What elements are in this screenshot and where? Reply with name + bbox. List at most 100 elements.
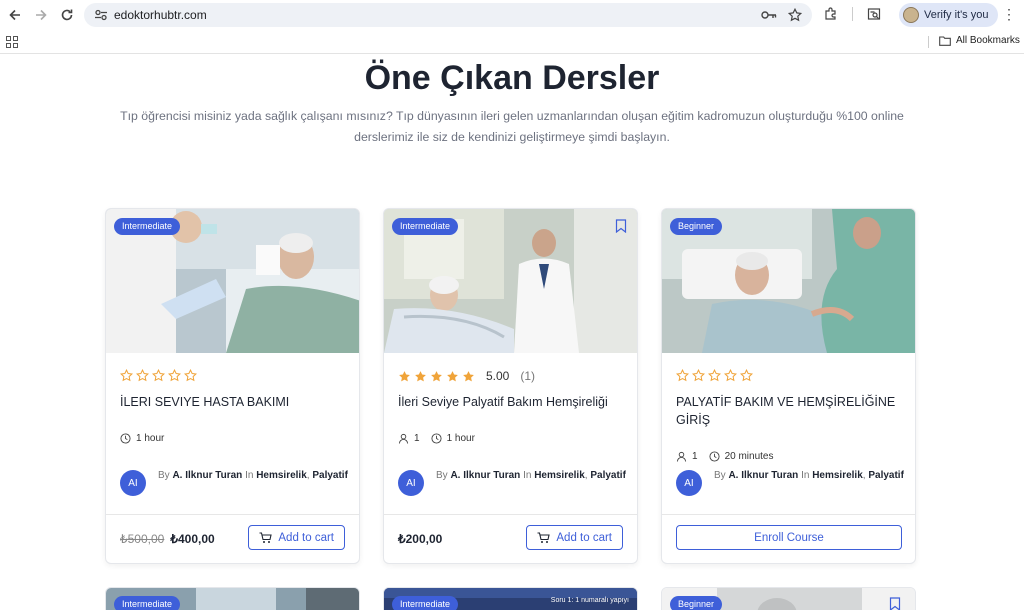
course-meta: 1 20 minutes [676,451,773,462]
old-price: ₺500,00 [120,532,165,546]
wishlist-bookmark-icon[interactable] [615,219,627,233]
apps-grid-icon[interactable] [6,36,18,48]
category-link[interactable]: Palyatif [868,470,904,481]
star-filled-icon [399,370,410,381]
star-empty-icon [168,369,181,382]
current-price: ₺400,00 [170,532,215,546]
forward-icon[interactable] [28,2,54,28]
category-link[interactable]: Hemsirelik [812,470,863,481]
add-to-cart-button[interactable]: Add to cart [526,525,623,550]
star-empty-icon [676,369,689,382]
clock-icon [120,433,131,444]
cart-icon [259,531,273,543]
clock-icon [431,433,442,444]
rating-stars: 5.00 (1) [398,369,535,383]
course-title[interactable]: İLERI SEVIYE HASTA BAKIMI [120,393,348,411]
star-empty-icon [120,369,133,382]
user-icon [398,433,409,444]
course-thumbnail[interactable]: Beginner [662,209,915,353]
folder-icon [939,35,951,46]
level-badge: Beginner [670,596,723,610]
extensions-icon[interactable] [822,5,840,23]
course-title[interactable]: İleri Seviye Palyatif Bakım Hemşireliği [398,393,626,411]
toolbar-divider [852,7,853,21]
site-settings-icon[interactable] [90,9,112,21]
star-filled-icon [431,370,442,381]
course-card-partial[interactable]: Intermediate Soru 1: 1 numaralı yapıyı [383,587,638,610]
course-card-partial[interactable]: Beginner [661,587,916,610]
in-label: In [245,470,254,481]
category-link[interactable]: Hemsirelik [256,470,307,481]
user-icon [676,451,687,462]
add-to-cart-label: Add to cart [556,531,612,544]
enroll-course-button[interactable]: Enroll Course [676,525,902,550]
by-label: By [158,470,170,481]
students-count: 1 [414,433,420,444]
star-empty-icon [184,369,197,382]
wishlist-bookmark-icon[interactable] [889,597,901,610]
author-link[interactable]: A. Ilknur Turan [172,470,242,481]
level-badge: Intermediate [114,596,181,610]
course-title[interactable]: PALYATİF BAKIM VE HEMŞİRELİĞİNE GİRİŞ [676,393,904,429]
bookmarks-divider [928,36,929,48]
menu-kebab-icon[interactable]: ⋮ [1002,6,1016,23]
category-link[interactable]: Palyatif [590,470,626,481]
star-filled-icon [415,370,426,381]
bookmark-star-icon[interactable] [786,6,804,24]
author-avatar: AI [120,470,146,496]
course-card[interactable]: Beginner PALYATİF BAKIM VE HEMŞİRELİĞİNE… [661,208,916,564]
course-thumbnail[interactable]: Intermediate [106,209,359,353]
author-avatar: AI [676,470,702,496]
reading-mode-icon[interactable] [865,5,883,23]
duration: 20 minutes [724,451,774,462]
back-icon[interactable] [2,2,28,28]
star-empty-icon [152,369,165,382]
course-card[interactable]: Intermediate İLERI SEVIYE HASTA BAKIMI 1… [105,208,360,564]
author-link[interactable]: A. Ilknur Turan [450,470,520,481]
rating-stars [676,369,753,382]
card-divider [662,514,915,515]
add-to-cart-label: Add to cart [278,531,334,544]
all-bookmarks-button[interactable]: All Bookmarks [939,35,1020,46]
price: ₺500,00 ₺400,00 [120,532,215,546]
profile-verify-button[interactable]: Verify it's you [899,3,999,27]
profile-avatar [903,7,919,23]
reload-icon[interactable] [54,2,80,28]
course-card-partial[interactable]: Intermediate [105,587,360,610]
star-empty-icon [708,369,721,382]
cart-icon [537,531,551,543]
add-to-cart-button[interactable]: Add to cart [248,525,345,550]
author-link[interactable]: A. Ilknur Turan [728,470,798,481]
all-bookmarks-label: All Bookmarks [956,35,1020,46]
level-badge: Intermediate [114,218,181,235]
clock-icon [709,451,720,462]
section-subtitle: Tıp öğrencisi misiniz yada sağlık çalışa… [120,109,904,144]
category-link[interactable]: Hemsirelik [534,470,585,481]
card-divider [384,514,637,515]
by-label: By [436,470,448,481]
page-content: Öne Çıkan Dersler Tıp öğrencisi misiniz … [0,55,1024,610]
by-label: By [714,470,726,481]
level-badge: Intermediate [392,596,459,610]
url-text[interactable]: edoktorhubtr.com [114,8,207,22]
level-badge: Intermediate [392,218,459,235]
star-empty-icon [740,369,753,382]
rating-stars [120,369,197,382]
price: ₺200,00 [398,532,442,546]
rating-value: 5.00 [486,369,510,383]
students-count: 1 [692,451,698,462]
key-icon[interactable] [760,6,778,24]
level-badge: Beginner [670,218,723,235]
course-thumbnail[interactable]: Intermediate [384,209,637,353]
current-price: ₺200,00 [398,532,443,546]
author-avatar: AI [398,470,424,496]
star-filled-icon [463,370,474,381]
course-meta: 1 1 hour [398,433,475,444]
verify-label: Verify it's you [924,9,989,21]
rating-count: (1) [520,369,536,383]
course-card[interactable]: Intermediate 5.00 (1) İleri Seviye Palya… [383,208,638,564]
category-link[interactable]: Palyatif [312,470,348,481]
in-label: In [523,470,532,481]
address-bar[interactable]: edoktorhubtr.com [84,3,812,27]
duration: 1 hour [446,433,475,444]
